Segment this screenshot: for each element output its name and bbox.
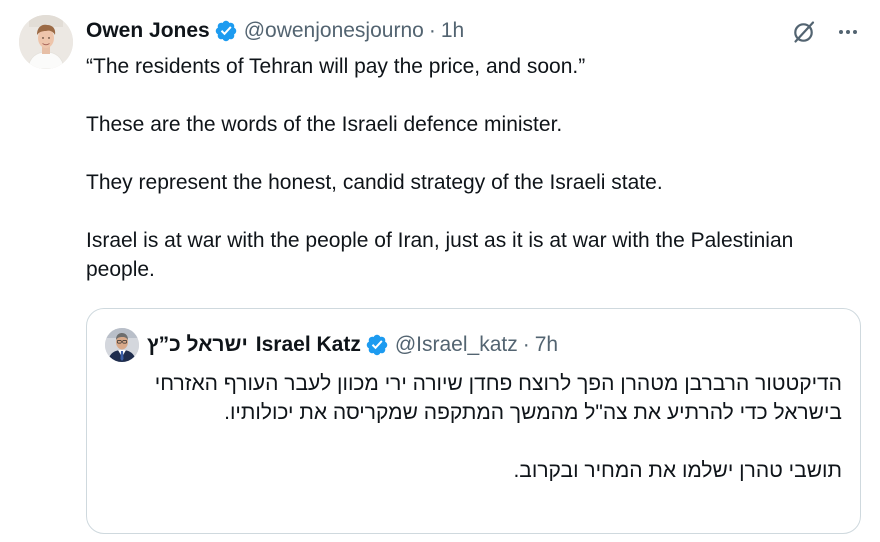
- tweet-paragraph: They represent the honest, candid strate…: [86, 171, 663, 194]
- grok-icon[interactable]: [790, 18, 818, 46]
- tweet-timestamp[interactable]: 1h: [441, 19, 464, 43]
- quoted-author-handle[interactable]: @Israel_katz: [395, 333, 518, 357]
- quoted-tweet-card[interactable]: ישראל כ”ץ Israel Katz @Israel_katz · 7h …: [86, 308, 861, 534]
- quoted-tweet-timestamp[interactable]: 7h: [535, 333, 558, 357]
- tweet-paragraph: “The residents of Tehran will pay the pr…: [86, 55, 586, 78]
- author-avatar[interactable]: [19, 15, 73, 69]
- tweet: Owen Jones @owenjonesjourno · 1h “The re…: [0, 0, 880, 542]
- quoted-tweet-header: ישראל כ”ץ Israel Katz @Israel_katz · 7h: [105, 327, 558, 363]
- tweet-text: “The residents of Tehran will pay the pr…: [86, 52, 856, 284]
- verified-badge-icon: [215, 20, 236, 42]
- quoted-author-name[interactable]: Israel Katz: [256, 333, 361, 357]
- quoted-author-name-hebrew[interactable]: ישראל כ”ץ: [147, 333, 248, 357]
- more-icon[interactable]: [834, 18, 862, 46]
- tweet-paragraph: Israel is at war with the people of Iran…: [86, 229, 800, 281]
- tweet-paragraph: These are the words of the Israeli defen…: [86, 113, 563, 136]
- quoted-tweet-text: הדיקטטור הרברבן מטהרן הפך לרוצח פחדן שיו…: [142, 369, 842, 485]
- tweet-header: Owen Jones @owenjonesjourno · 1h: [86, 17, 464, 45]
- verified-badge-icon: [366, 334, 388, 356]
- quoted-paragraph: תושבי טהרן ישלמו את המחיר ובקרוב.: [513, 459, 842, 482]
- author-handle[interactable]: @owenjonesjourno: [244, 19, 424, 43]
- tweet-top-actions: [790, 18, 862, 46]
- separator-dot: ·: [522, 333, 530, 356]
- quoted-author-avatar[interactable]: [105, 328, 139, 362]
- separator-dot: ·: [428, 19, 436, 42]
- quoted-paragraph: הדיקטטור הרברבן מטהרן הפך לרוצח פחדן שיו…: [154, 372, 842, 424]
- author-name[interactable]: Owen Jones: [86, 19, 210, 43]
